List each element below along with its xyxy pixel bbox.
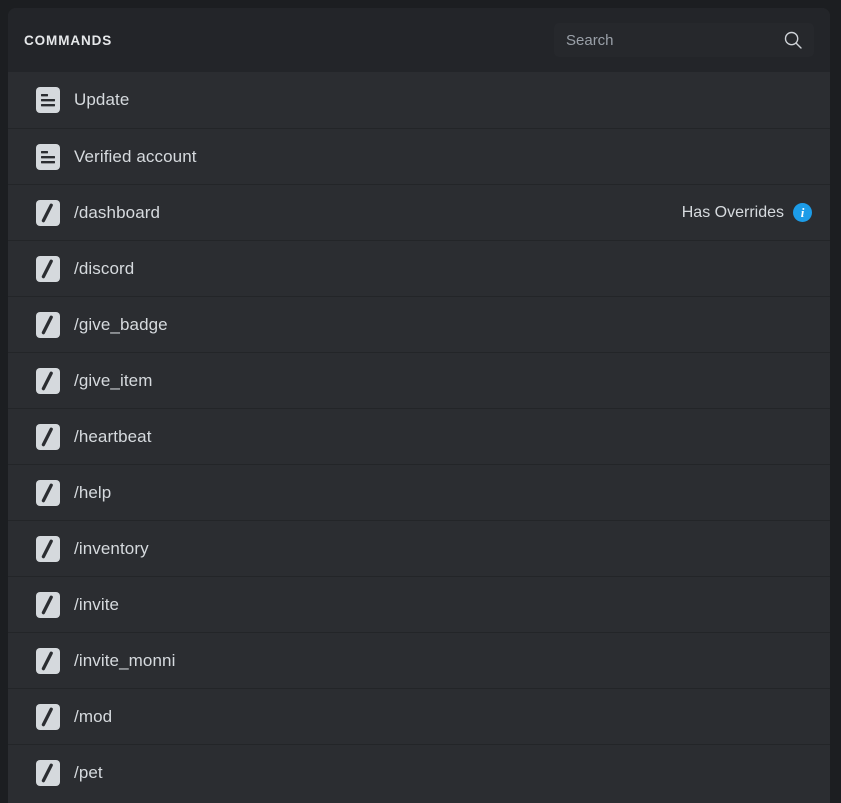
list-item-label: /heartbeat: [74, 426, 152, 446]
list-item[interactable]: /pet: [8, 744, 830, 800]
slash-command-icon: [36, 423, 60, 450]
list-item-label: /invite_monni: [74, 650, 176, 670]
search-input[interactable]: [566, 31, 776, 49]
slash-command-icon: [36, 535, 60, 562]
list-item-label: Verified account: [74, 146, 197, 166]
list-item-label: /help: [74, 482, 112, 502]
list-item-label: /pet: [74, 762, 103, 782]
page-title: COMMANDS: [24, 32, 113, 48]
list-item[interactable]: /heartbeat: [8, 408, 830, 464]
list-item[interactable]: /invite: [8, 576, 830, 632]
slash-command-icon: [36, 591, 60, 618]
list-item[interactable]: /give_badge: [8, 296, 830, 352]
panel-header: COMMANDS: [8, 8, 830, 72]
search-field[interactable]: [554, 23, 814, 57]
list-item-label: Update: [74, 90, 130, 109]
list-item[interactable]: /inventory: [8, 520, 830, 576]
list-item[interactable]: /give_item: [8, 352, 830, 408]
slash-command-icon: [36, 311, 60, 338]
list-item[interactable]: /discord: [8, 240, 830, 296]
list-item[interactable]: /dashboard Has Overrides i: [8, 184, 830, 240]
list-item-label: /invite: [74, 594, 120, 614]
commands-card: COMMANDS Update Verified account/dashboar…: [8, 8, 830, 803]
status-badge[interactable]: Has Overrides i: [682, 203, 812, 222]
slash-command-icon: [36, 367, 60, 394]
commands-panel: COMMANDS Update Verified account/dashboar…: [0, 0, 841, 803]
list-item[interactable]: Verified account: [8, 128, 830, 184]
list-item-label: /give_badge: [74, 314, 168, 334]
list-item[interactable]: Update: [8, 72, 830, 128]
slash-command-icon: [36, 759, 60, 786]
slash-command-icon: [36, 703, 60, 730]
message-document-icon: [36, 143, 60, 170]
info-icon[interactable]: i: [793, 203, 812, 222]
slash-command-icon: [36, 479, 60, 506]
list-item-label: /give_item: [74, 370, 153, 390]
search-icon[interactable]: [782, 29, 804, 51]
message-document-icon: [36, 87, 60, 113]
list-item-label: /dashboard: [74, 202, 161, 222]
slash-command-icon: [36, 199, 60, 226]
list-item-label: /mod: [74, 706, 113, 726]
list-item[interactable]: /invite_monni: [8, 632, 830, 688]
list-item[interactable]: /help: [8, 464, 830, 520]
slash-command-icon: [36, 647, 60, 674]
list-item-label: /inventory: [74, 538, 149, 558]
status-badge-label: Has Overrides: [681, 203, 784, 221]
slash-command-icon: [36, 255, 60, 282]
list-item-label: /discord: [74, 258, 135, 278]
list-item[interactable]: /mod: [8, 688, 830, 744]
commands-list: Update Verified account/dashboard Has Over…: [8, 72, 830, 800]
